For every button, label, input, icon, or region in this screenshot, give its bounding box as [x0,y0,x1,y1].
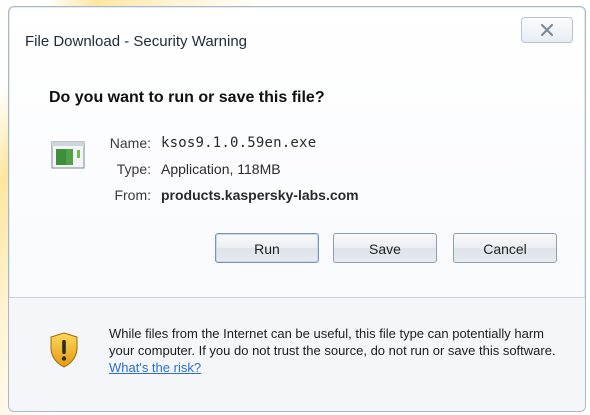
cancel-button[interactable]: Cancel [453,233,557,263]
close-icon [541,24,553,36]
save-button[interactable]: Save [333,233,437,263]
type-label: Type: [116,161,151,177]
whats-the-risk-link[interactable]: What's the risk? [109,360,201,375]
from-label: From: [114,187,151,203]
security-shield-icon [50,332,78,368]
application-file-icon [51,141,85,169]
warning-message: While files from the Internet can be use… [109,325,571,376]
security-warning-dialog: File Download - Security Warning Do you … [8,6,586,412]
file-type-value: Application, 118MB [161,161,281,177]
name-label: Name: [109,135,151,151]
file-name-value: ksos9.1.0.59en.exe [161,135,317,151]
window-title: File Download - Security Warning [25,33,248,50]
title-bar: File Download - Security Warning [9,7,585,77]
run-button[interactable]: Run [215,233,319,263]
warning-text: While files from the Internet can be use… [109,326,556,358]
file-source-value: products.kaspersky-labs.com [161,187,359,203]
dialog-heading: Do you want to run or save this file? [49,89,325,106]
close-button[interactable] [521,17,573,43]
